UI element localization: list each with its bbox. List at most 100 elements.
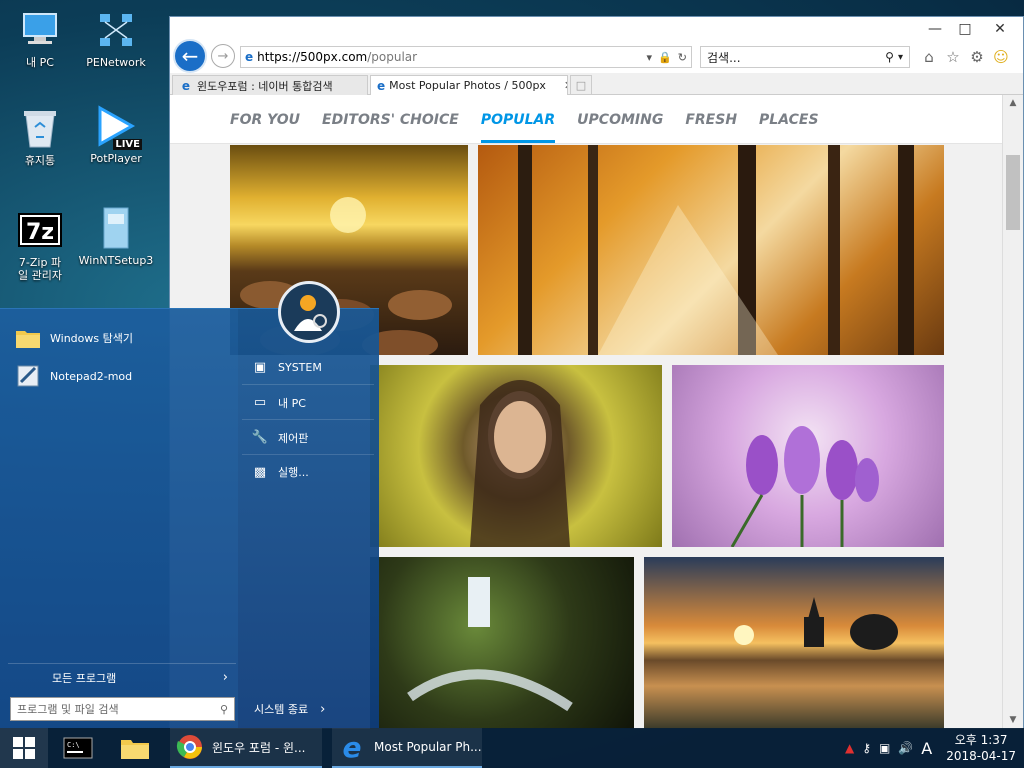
svg-text:7z: 7z — [26, 220, 54, 245]
run-icon: ▩ — [253, 464, 267, 480]
start-right-run[interactable]: ▩ 실행... — [242, 455, 374, 489]
desktop-icon-7zip[interactable]: 7z 7-Zip 파일 관리자 — [2, 208, 78, 282]
desktop-icon-label: 내 PC — [26, 56, 54, 69]
folder-icon — [14, 324, 42, 352]
ime-indicator[interactable]: A — [921, 739, 932, 758]
start-right-label: 제어판 — [278, 431, 309, 445]
folder-icon — [121, 740, 149, 759]
user-avatar[interactable] — [278, 281, 340, 343]
clock[interactable]: 오후 1:37 2018-04-17 — [946, 732, 1016, 764]
usb-icon[interactable]: ⚷ — [862, 741, 871, 755]
nav-places[interactable]: PLACES — [759, 112, 819, 143]
search-dropdown-icon[interactable]: ▾ — [898, 52, 903, 63]
photo-portrait-woman[interactable] — [370, 365, 662, 547]
flag-icon[interactable]: ▲ — [845, 741, 854, 755]
back-arrow-icon: ← — [181, 44, 199, 68]
photo-church-sunset[interactable] — [644, 557, 944, 729]
taskbar-app-chrome[interactable]: 윈도우 포럼 - 윈... — [170, 728, 322, 768]
scroll-up-icon[interactable]: ▲ — [1003, 95, 1023, 112]
close-button[interactable]: ✕ — [985, 19, 1015, 39]
browser-toolbar-icons: ⌂ ☆ ⚙ ☺ — [920, 48, 1010, 66]
start-button[interactable] — [0, 728, 48, 768]
7zip-icon: 7z — [18, 208, 62, 252]
desktop-icon-potplayer[interactable]: LIVE PotPlayer — [78, 104, 154, 165]
live-badge: LIVE — [113, 139, 142, 150]
nav-editors-choice[interactable]: EDITORS' CHOICE — [322, 112, 459, 143]
desktop-icon-label: 7-Zip 파일 관리자 — [18, 256, 62, 282]
all-programs-label: 모든 프로그램 — [52, 671, 117, 685]
search-placeholder: 검색... — [707, 50, 741, 65]
scroll-thumb[interactable] — [1006, 155, 1020, 230]
nav-for-you[interactable]: FOR YOU — [230, 112, 300, 143]
ie-icon: e — [181, 78, 191, 93]
desktop-icon-penetwork[interactable]: PENetwork — [78, 8, 154, 69]
cmd-taskbar-button[interactable]: C:\ — [56, 728, 100, 768]
taskbar-app-ie[interactable]: e Most Popular Ph... — [332, 728, 482, 768]
start-search-placeholder: 프로그램 및 파일 검색 — [17, 703, 119, 716]
desktop-icon-label: WinNTSetup3 — [78, 254, 154, 267]
chevron-right-icon[interactable]: › — [320, 702, 325, 717]
computer-icon — [18, 8, 62, 52]
nav-bar: ← → e https://500px.com/popular ▾ 🔒 ↻ 검색… — [170, 39, 1023, 73]
tab-windows-forum[interactable]: e 윈도우포럼 : 네이버 통합검색 — [172, 75, 368, 95]
tab-label: 윈도우포럼 : 네이버 통합검색 — [197, 79, 333, 93]
start-item-notepad2[interactable]: Notepad2-mod — [14, 361, 132, 391]
nav-popular[interactable]: POPULAR — [480, 112, 556, 143]
search-icon: ⚲ — [219, 702, 228, 716]
church-art — [734, 597, 898, 650]
photo-autumn-forest[interactable] — [478, 145, 944, 355]
forward-button[interactable]: → — [211, 44, 235, 68]
start-right-label: SYSTEM — [278, 361, 322, 374]
favorites-star-icon[interactable]: ☆ — [944, 48, 962, 66]
back-button[interactable]: ← — [173, 39, 207, 73]
title-bar: — □ ✕ — [170, 17, 1023, 39]
tab-label: Most Popular Photos / 500px — [389, 79, 546, 92]
start-right-control-panel[interactable]: 🔧 제어판 — [242, 421, 374, 455]
lock-icon[interactable]: 🔒 — [658, 51, 672, 64]
vertical-scrollbar[interactable]: ▲ ▼ — [1002, 95, 1023, 729]
all-programs-button[interactable]: 모든 프로그램 › — [8, 663, 236, 691]
desktop-icon-label: PotPlayer — [90, 152, 142, 165]
nav-fresh[interactable]: FRESH — [685, 112, 737, 143]
shutdown-button[interactable]: 시스템 종료 › — [254, 697, 325, 721]
start-item-explorer[interactable]: Windows 탐색기 — [14, 323, 133, 353]
taskbar: C:\ 윈도우 포럼 - 윈... e Most Popular Ph... ▲… — [0, 728, 1024, 768]
search-box[interactable]: 검색... ⚲ ▾ — [700, 46, 910, 68]
address-bar[interactable]: e https://500px.com/popular ▾ 🔒 ↻ — [240, 46, 692, 68]
tab-500px[interactable]: e Most Popular Photos / 500px ✕ — [370, 75, 568, 95]
chrome-icon — [176, 735, 202, 759]
taskbar-app-label: 윈도우 포럼 - 윈... — [212, 740, 306, 755]
photo-purple-crocus[interactable] — [672, 365, 944, 547]
scroll-down-icon[interactable]: ▼ — [1003, 712, 1023, 729]
page-nav: FOR YOU EDITORS' CHOICE POPULAR UPCOMING… — [170, 95, 1003, 144]
ie-icon: e — [377, 78, 386, 93]
gear-icon[interactable]: ⚙ — [968, 48, 986, 66]
start-right-system[interactable]: ▣ SYSTEM — [242, 351, 374, 385]
home-icon[interactable]: ⌂ — [920, 48, 938, 66]
minimize-button[interactable]: — — [920, 19, 950, 39]
smiley-icon[interactable]: ☺ — [992, 48, 1010, 66]
photo-waterfall[interactable] — [370, 557, 634, 729]
search-icon[interactable]: ⚲ — [885, 50, 894, 64]
start-search-input[interactable]: 프로그램 및 파일 검색 ⚲ — [10, 697, 235, 721]
start-menu: Windows 탐색기 Notepad2-mod ▣ SYSTEM ▭ 내 PC… — [0, 281, 379, 728]
dropdown-icon[interactable]: ▾ — [647, 51, 653, 64]
maximize-button[interactable]: □ — [950, 19, 980, 39]
refresh-icon[interactable]: ↻ — [678, 51, 687, 64]
volume-icon[interactable]: 🔊 — [898, 741, 913, 755]
new-tab-button[interactable]: □ — [570, 75, 592, 95]
desktop-icon-winntsetup[interactable]: WinNTSetup3 — [78, 206, 154, 267]
url-text: https://500px.com/popular — [257, 50, 640, 64]
desktop-icon-my-pc[interactable]: 내 PC — [2, 8, 78, 69]
explorer-taskbar-button[interactable] — [112, 728, 158, 768]
forest-art — [518, 145, 914, 355]
start-right-my-pc[interactable]: ▭ 내 PC — [242, 386, 374, 420]
close-tab-icon[interactable]: ✕ — [564, 79, 567, 92]
nav-upcoming[interactable]: UPCOMING — [577, 112, 663, 143]
start-right-label: 실행... — [278, 466, 309, 479]
network-icon[interactable]: ▣ — [879, 741, 890, 755]
desktop-icon-label: 휴지통 — [24, 154, 56, 167]
desktop-icon-recycle-bin[interactable]: 휴지통 — [2, 106, 78, 167]
clock-time: 오후 1:37 — [954, 733, 1008, 747]
user-doc-icon: ▣ — [253, 360, 267, 375]
